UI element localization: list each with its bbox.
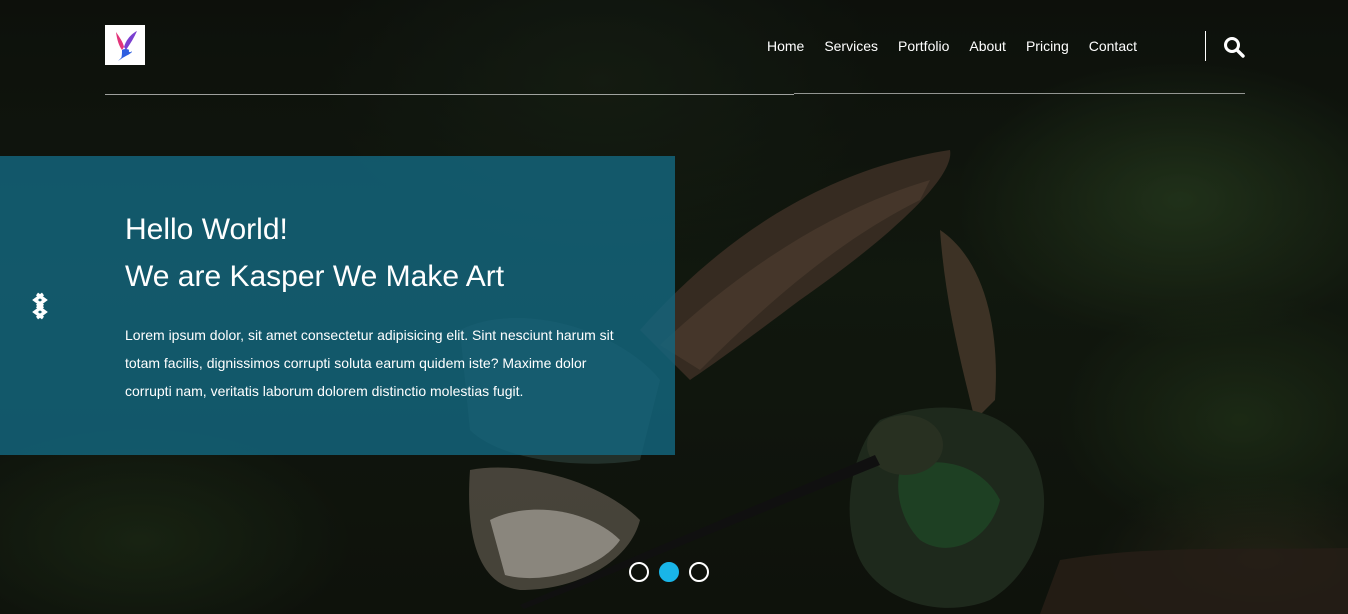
hero-description: Lorem ipsum dolor, sit amet consectetur … — [125, 327, 614, 399]
search-button[interactable] — [1223, 36, 1245, 58]
hero-title-line1: Hello World! — [125, 213, 288, 246]
nav-divider — [1205, 31, 1206, 61]
header-divider-right — [794, 93, 1245, 94]
nav-item-services[interactable]: Services — [824, 38, 878, 54]
nav-item-about[interactable]: About — [969, 38, 1006, 54]
header-divider-left — [105, 94, 794, 95]
nav-item-portfolio[interactable]: Portfolio — [898, 38, 949, 54]
nav-item-pricing[interactable]: Pricing — [1026, 38, 1069, 54]
slider-bullet-1[interactable] — [629, 562, 649, 582]
double-chevron-left-icon — [32, 292, 48, 320]
main-nav: Home Services Portfolio About Pricing Co… — [767, 38, 1137, 54]
slider-prev-button[interactable] — [30, 292, 50, 320]
slider-bullet-3[interactable] — [689, 562, 709, 582]
logo[interactable] — [105, 25, 145, 65]
site-header: Home Services Portfolio About Pricing Co… — [105, 25, 1245, 95]
search-icon — [1224, 37, 1245, 58]
slider-bullet-2[interactable] — [659, 562, 679, 582]
nav-item-contact[interactable]: Contact — [1089, 38, 1137, 54]
hero-caption-panel: Hello World! We are Kasper We Make Art L… — [0, 156, 675, 455]
hero-title-line2: We are Kasper We Make Art — [125, 260, 505, 293]
slider-bullets — [629, 562, 709, 582]
bird-logo-icon — [116, 31, 137, 61]
nav-item-home[interactable]: Home — [767, 38, 804, 54]
